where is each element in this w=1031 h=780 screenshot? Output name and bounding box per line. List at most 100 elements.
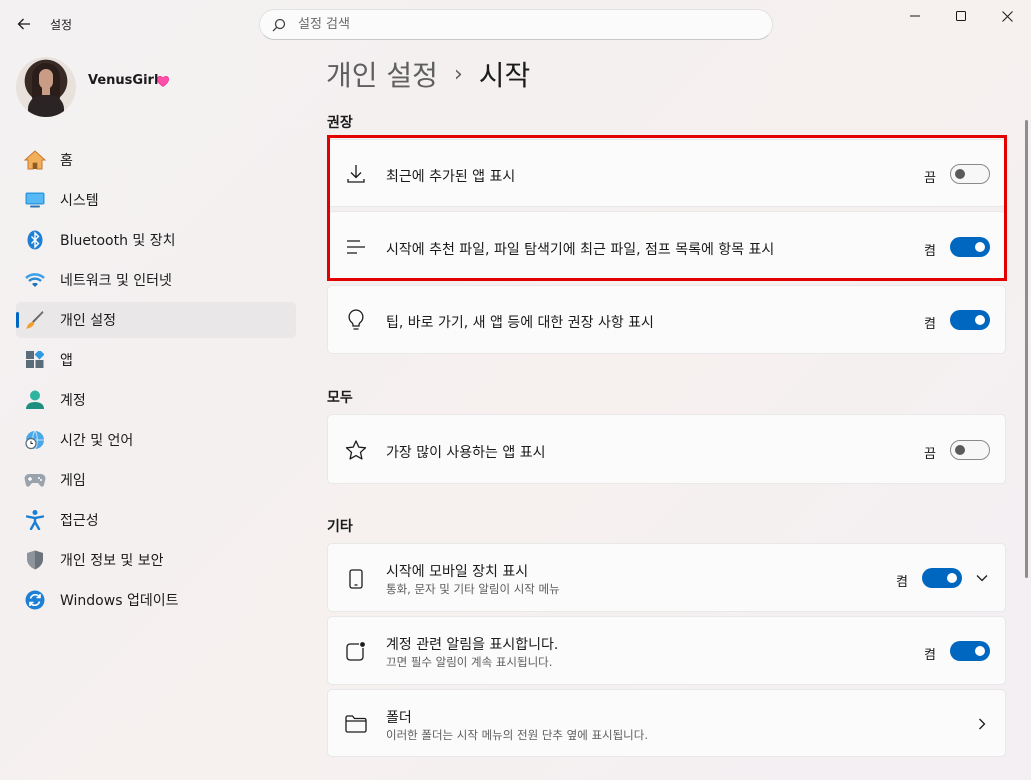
user-profile[interactable]: VenusGirl <box>16 57 296 117</box>
apps-icon <box>24 349 46 371</box>
folder-icon <box>345 713 367 735</box>
update-icon <box>24 589 46 611</box>
chevron-right-icon[interactable] <box>974 716 990 732</box>
sidebar-item-label: Windows 업데이트 <box>60 593 179 609</box>
sidebar-item-system[interactable]: 시스템 <box>16 182 296 218</box>
setting-account-notifications: 계정 관련 알림을 표시합니다. 끄면 필수 알림이 계속 표시됩니다. 켬 <box>327 616 1006 685</box>
section-all: 모두 <box>327 390 353 406</box>
sidebar-item-time-language[interactable]: 시간 및 언어 <box>16 422 296 458</box>
person-icon <box>24 389 46 411</box>
sidebar-item-network[interactable]: 네트워크 및 인터넷 <box>16 262 296 298</box>
setting-subtitle: 끄면 필수 알림이 계속 표시됩니다. <box>386 655 553 669</box>
gamepad-icon <box>24 469 46 491</box>
sidebar-item-label: 개인 설정 <box>60 313 116 329</box>
sidebar-item-privacy[interactable]: 개인 정보 및 보안 <box>16 542 296 578</box>
sidebar-item-bluetooth[interactable]: Bluetooth 및 장치 <box>16 222 296 258</box>
shield-icon <box>24 549 46 571</box>
toggle-state-label: 끔 <box>924 171 936 186</box>
setting-most-used: 가장 많이 사용하는 앱 표시 끔 <box>327 414 1006 484</box>
setting-title: 폴더 <box>386 710 412 726</box>
setting-tips: 팁, 바로 가기, 새 앱 등에 대한 권장 사항 표시 켬 <box>327 285 1006 354</box>
sidebar-item-accounts[interactable]: 계정 <box>16 382 296 418</box>
brush-icon <box>24 309 46 331</box>
sidebar-nav: 홈 시스템 Bluetooth 및 장치 네트워크 및 인터넷 개인 설정 앱 … <box>16 142 296 622</box>
breadcrumb-separator: › <box>453 61 463 87</box>
notification-badge-icon <box>345 640 367 662</box>
home-icon <box>24 149 46 171</box>
sidebar-item-label: Bluetooth 및 장치 <box>60 233 176 249</box>
most-used-toggle[interactable] <box>950 440 990 460</box>
star-icon <box>345 439 367 461</box>
setting-subtitle: 통화, 문자 및 기타 알림이 시작 메뉴 <box>386 582 560 596</box>
phone-icon <box>345 568 367 590</box>
list-lines-icon <box>345 236 367 258</box>
breadcrumb-parent[interactable]: 개인 설정 <box>326 54 438 94</box>
recent-apps-toggle[interactable] <box>950 164 990 184</box>
setting-title: 계정 관련 알림을 표시합니다. <box>386 637 559 653</box>
tips-toggle[interactable] <box>950 310 990 330</box>
sidebar-item-personalization[interactable]: 개인 설정 <box>16 302 296 338</box>
title-bar: 설정 <box>0 0 1031 48</box>
minimize-button[interactable] <box>892 0 938 32</box>
lightbulb-icon <box>345 309 367 331</box>
sidebar-item-gaming[interactable]: 게임 <box>16 462 296 498</box>
sidebar-item-label: 게임 <box>60 473 86 489</box>
chevron-down-icon[interactable] <box>974 570 990 586</box>
section-other: 기타 <box>327 519 353 535</box>
sidebar-item-label: 홈 <box>60 153 73 169</box>
sidebar-item-windows-update[interactable]: Windows 업데이트 <box>16 582 296 618</box>
accessibility-icon <box>24 509 46 531</box>
search-icon <box>272 18 286 31</box>
sidebar-item-label: 시스템 <box>60 193 99 209</box>
setting-title: 팁, 바로 가기, 새 앱 등에 대한 권장 사항 표시 <box>386 315 654 331</box>
sidebar-item-label: 앱 <box>60 353 73 369</box>
toggle-state-label: 끔 <box>924 447 936 462</box>
scrollbar[interactable] <box>1025 120 1028 578</box>
toggle-state-label: 켬 <box>924 648 936 663</box>
close-icon <box>1001 10 1013 22</box>
account-notifications-toggle[interactable] <box>950 641 990 661</box>
setting-folders[interactable]: 폴더 이러한 폴더는 시작 메뉴의 전원 단추 옆에 표시됩니다. <box>327 689 1006 757</box>
sidebar-item-label: 시간 및 언어 <box>60 433 134 449</box>
avatar <box>16 57 76 117</box>
sidebar-item-accessibility[interactable]: 접근성 <box>16 502 296 538</box>
setting-title: 최근에 추가된 앱 표시 <box>386 169 516 185</box>
setting-title: 가장 많이 사용하는 앱 표시 <box>386 445 546 461</box>
search-box[interactable] <box>259 9 773 40</box>
minimize-icon <box>910 15 920 17</box>
setting-subtitle: 이러한 폴더는 시작 메뉴의 전원 단추 옆에 표시됩니다. <box>386 728 649 742</box>
mobile-device-toggle[interactable] <box>922 568 962 588</box>
bluetooth-icon <box>24 229 46 251</box>
monitor-icon <box>24 189 46 211</box>
sidebar-item-label: 개인 정보 및 보안 <box>60 553 164 569</box>
search-input[interactable] <box>298 17 718 32</box>
download-icon <box>345 163 367 185</box>
sidebar-item-home[interactable]: 홈 <box>16 142 296 178</box>
heart-icon <box>157 76 169 87</box>
recommended-files-toggle[interactable] <box>950 237 990 257</box>
toggle-state-label: 켬 <box>924 317 936 332</box>
sidebar-item-label: 네트워크 및 인터넷 <box>60 273 172 289</box>
maximize-icon <box>956 11 966 21</box>
section-recommended: 권장 <box>327 115 353 131</box>
toggle-state-label: 켬 <box>896 575 908 590</box>
breadcrumb: 개인 설정 › 시작 <box>326 54 530 94</box>
setting-recent-apps: 최근에 추가된 앱 표시 끔 <box>327 139 1006 207</box>
app-title: 설정 <box>50 18 73 32</box>
setting-title: 시작에 모바일 장치 표시 <box>386 564 529 580</box>
close-button[interactable] <box>984 0 1030 32</box>
setting-recommended-files: 시작에 추천 파일, 파일 탐색기에 최근 파일, 점프 목록에 항목 표시 켬 <box>327 211 1006 281</box>
sidebar-item-label: 계정 <box>60 393 86 409</box>
setting-title: 시작에 추천 파일, 파일 탐색기에 최근 파일, 점프 목록에 항목 표시 <box>386 242 775 258</box>
profile-name: VenusGirl <box>88 73 159 88</box>
globe-clock-icon <box>24 429 46 451</box>
back-button[interactable] <box>8 8 40 40</box>
sidebar-item-apps[interactable]: 앱 <box>16 342 296 378</box>
page-title: 시작 <box>478 59 531 92</box>
maximize-button[interactable] <box>938 0 984 32</box>
sidebar-item-label: 접근성 <box>60 513 99 529</box>
wifi-icon <box>24 269 46 291</box>
setting-mobile-device[interactable]: 시작에 모바일 장치 표시 통화, 문자 및 기타 알림이 시작 메뉴 켬 <box>327 543 1006 612</box>
toggle-state-label: 켬 <box>924 244 936 259</box>
back-arrow-icon <box>17 18 30 30</box>
